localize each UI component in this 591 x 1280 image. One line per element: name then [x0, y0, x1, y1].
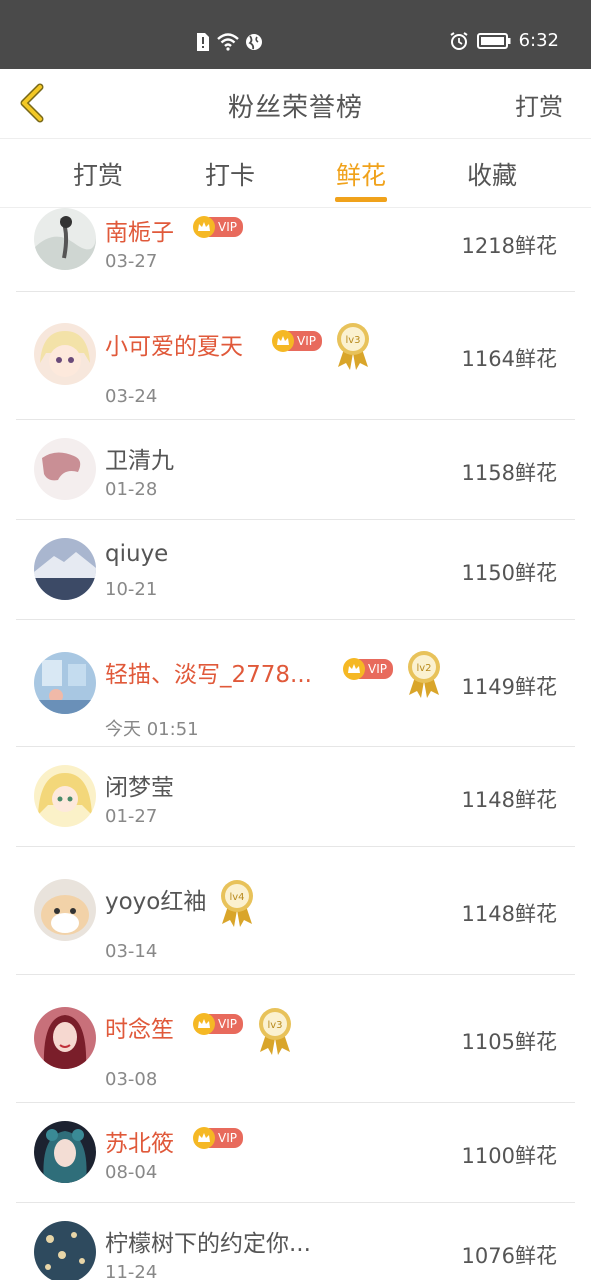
clock-time: 6:32: [518, 30, 559, 51]
level-text: lv3: [267, 1020, 282, 1031]
sim-alert-icon: [197, 33, 209, 51]
fan-name: 轻描、淡写_2778...: [105, 662, 312, 688]
fan-date: 01-27: [105, 806, 158, 827]
fan-name: 柠檬树下的约定你...: [105, 1231, 311, 1257]
crown-icon: [193, 1013, 215, 1035]
avatar: [34, 1007, 96, 1069]
reward-link[interactable]: 打赏: [515, 87, 563, 122]
fan-name: yoyo红袖: [105, 889, 207, 915]
fan-date: 11-24: [105, 1262, 158, 1280]
flower-count: 1150鲜花: [461, 561, 557, 585]
level-medal-icon: lv2: [405, 649, 443, 699]
level-text: lv4: [229, 892, 244, 903]
level-medal-icon: lv3: [334, 321, 372, 371]
fan-date: 10-21: [105, 579, 158, 600]
fan-name: 闭梦莹: [105, 775, 174, 801]
avatar: [34, 208, 96, 270]
fan-date: 03-24: [105, 386, 158, 407]
list-item[interactable]: 南栀子 VIP 03-27 1218鲜花: [16, 208, 575, 292]
flower-count: 1148鲜花: [461, 788, 557, 812]
page-title: 粉丝荣誉榜: [227, 93, 363, 123]
crown-icon: [193, 1127, 215, 1149]
alarm-icon: [450, 31, 468, 50]
vip-badge: VIP: [193, 216, 243, 238]
fan-name: qiuye: [105, 541, 169, 567]
flower-count: 1218鲜花: [461, 234, 557, 258]
avatar: [34, 652, 96, 714]
level-medal-icon: lv3: [256, 1006, 294, 1056]
battery-icon: [476, 32, 511, 49]
level-text: lv2: [416, 663, 431, 674]
list-item[interactable]: 小可爱的夏天 VIP lv3 03-24 1164鲜花: [16, 291, 575, 420]
list-item[interactable]: qiuye 10-21 1150鲜花: [16, 519, 575, 620]
avatar: [34, 1121, 96, 1183]
fan-name: 苏北筱: [105, 1131, 174, 1157]
list-item[interactable]: yoyo红袖 lv4 03-14 1148鲜花: [16, 846, 575, 975]
vip-badge: VIP: [193, 1127, 243, 1149]
avatar: [34, 879, 96, 941]
level-text: lv3: [345, 335, 360, 346]
status-icons: [195, 32, 263, 52]
flower-count: 1164鲜花: [461, 347, 557, 371]
fan-date: 今天 01:51: [105, 719, 199, 740]
fan-date: 03-27: [105, 251, 158, 272]
list-item[interactable]: 苏北筱 VIP 08-04 1100鲜花: [16, 1102, 575, 1203]
tab-reward[interactable]: 打赏: [48, 156, 148, 192]
title-bar: 粉丝荣誉榜 打赏: [0, 69, 591, 139]
crown-icon: [343, 658, 365, 680]
flower-count: 1100鲜花: [461, 1144, 557, 1168]
fan-ranking-list: 南栀子 VIP 03-27 1218鲜花 小可爱的夏天 VIP lv3 03-2…: [16, 208, 575, 1280]
tab-favorites[interactable]: 收藏: [442, 156, 542, 192]
fan-name: 南栀子: [105, 220, 174, 246]
flower-count: 1105鲜花: [461, 1030, 557, 1054]
tab-checkin[interactable]: 打卡: [180, 156, 280, 192]
active-tab-indicator: [335, 197, 387, 202]
tab-bar: 打赏 打卡 鲜花 收藏: [0, 139, 591, 208]
fan-date: 01-28: [105, 479, 158, 500]
fan-name: 小可爱的夏天: [105, 334, 243, 360]
list-item[interactable]: 柠檬树下的约定你... 11-24 1076鲜花: [16, 1202, 575, 1280]
list-item[interactable]: 轻描、淡写_2778... VIP lv2 今天 01:51 1149鲜花: [16, 619, 575, 747]
vip-badge: VIP: [193, 1013, 243, 1035]
crown-icon: [193, 216, 215, 238]
crown-icon: [272, 330, 294, 352]
vip-badge: VIP: [343, 658, 393, 680]
avatar: [34, 323, 96, 385]
flower-count: 1158鲜花: [461, 461, 557, 485]
avatar: [34, 765, 96, 827]
avatar: [34, 1221, 96, 1280]
globe-icon: [246, 34, 262, 50]
fan-date: 08-04: [105, 1162, 158, 1183]
flower-count: 1149鲜花: [461, 675, 557, 699]
status-bar: 6:32: [0, 0, 591, 69]
fan-date: 03-14: [105, 941, 158, 962]
tab-flowers[interactable]: 鲜花: [311, 156, 411, 192]
wifi-icon: [217, 33, 239, 51]
flower-count: 1148鲜花: [461, 902, 557, 926]
flower-count: 1076鲜花: [461, 1244, 557, 1268]
avatar: [34, 438, 96, 500]
fan-date: 03-08: [105, 1069, 158, 1090]
list-item[interactable]: 时念笙 VIP lv3 03-08 1105鲜花: [16, 974, 575, 1103]
avatar: [34, 538, 96, 600]
vip-badge: VIP: [272, 330, 322, 352]
fan-name: 时念笙: [105, 1017, 174, 1043]
list-item[interactable]: 闭梦莹 01-27 1148鲜花: [16, 746, 575, 847]
status-right: 6:32: [449, 30, 559, 51]
list-item[interactable]: 卫清九 01-28 1158鲜花: [16, 419, 575, 520]
level-medal-icon: lv4: [218, 878, 256, 928]
fan-name: 卫清九: [105, 448, 174, 474]
